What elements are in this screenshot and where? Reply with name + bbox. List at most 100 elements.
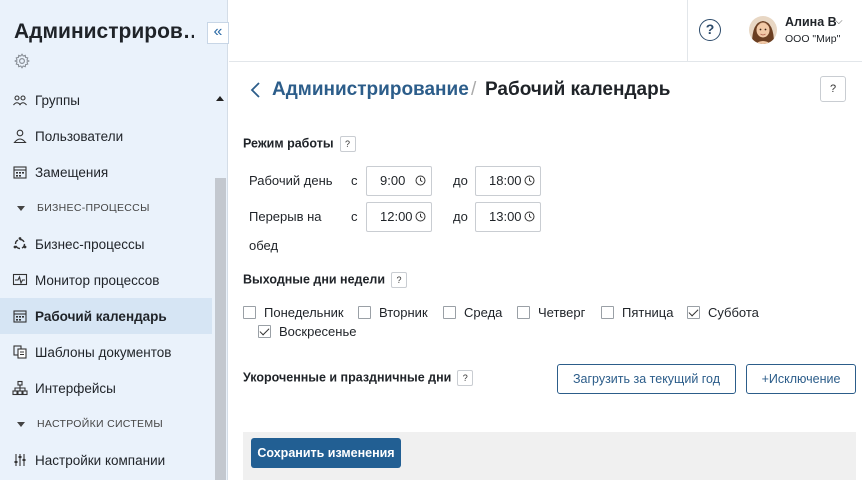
sidebar-item-users[interactable]: Пользователи — [0, 118, 212, 154]
sidebar-item-label: Бизнес-процессы — [35, 236, 145, 252]
clock-icon[interactable] — [524, 211, 535, 222]
main-content: Администрирование / Рабочий календарь ? … — [229, 63, 862, 480]
checkbox-thursday[interactable]: Четверг — [517, 305, 585, 320]
sidebar-section-business-processes[interactable]: БИЗНЕС-ПРОЦЕССЫ — [0, 190, 212, 226]
sidebar-item-substitutions[interactable]: Замещения — [0, 154, 212, 190]
page-help-button[interactable]: ? — [820, 76, 846, 102]
workday-start-input[interactable]: 9:00 — [366, 166, 432, 196]
break-label-line1: Перерыв на — [249, 209, 322, 224]
collapse-sidebar-button[interactable]: « — [207, 22, 229, 44]
scroll-up-arrow-icon[interactable] — [216, 96, 224, 101]
break-from-label: с — [351, 209, 358, 224]
process-icon — [12, 236, 28, 252]
chevron-down-icon[interactable]: ⌵ — [835, 16, 843, 27]
monitor-icon — [12, 272, 28, 288]
sidebar-item-label: Пользователи — [35, 128, 124, 144]
checkbox-saturday[interactable]: Суббота — [687, 305, 759, 320]
checkbox-wednesday[interactable]: Среда — [443, 305, 502, 320]
clock-icon[interactable] — [415, 175, 426, 186]
caret-down-icon — [17, 421, 25, 427]
sidebar-item-monitor[interactable]: Монитор процессов — [0, 262, 212, 298]
sidebar-nav: Группы Пользователи Замещения БИЗНЕС-ПРО… — [0, 82, 212, 478]
checkbox-box[interactable] — [258, 325, 271, 338]
checkbox-box[interactable] — [517, 306, 530, 319]
checkbox-label: Вторник — [379, 305, 428, 320]
time-value: 13:00 — [489, 209, 522, 224]
help-icon[interactable]: ? — [699, 19, 721, 41]
avatar[interactable] — [749, 16, 777, 44]
add-exception-button[interactable]: +Исключение — [746, 364, 856, 394]
gear-icon[interactable] — [14, 53, 30, 69]
checkbox-box[interactable] — [601, 306, 614, 319]
user-organization: ООО "Мир" — [785, 33, 841, 45]
checkbox-friday[interactable]: Пятница — [601, 305, 673, 320]
checkbox-label: Среда — [464, 305, 503, 320]
time-value: 9:00 — [380, 173, 406, 188]
clock-icon[interactable] — [524, 175, 535, 186]
sidebar-item-groups[interactable]: Группы — [0, 82, 212, 118]
workday-to-label: до — [453, 173, 468, 188]
checkbox-label: Понедельник — [264, 305, 344, 320]
checkbox-tuesday[interactable]: Вторник — [358, 305, 428, 320]
hierarchy-icon — [12, 380, 28, 396]
help-icon[interactable]: ? — [339, 136, 356, 152]
load-current-year-button[interactable]: Загрузить за текущий год — [557, 364, 736, 394]
checkbox-box[interactable] — [358, 306, 371, 319]
workday-label: Рабочий день — [249, 173, 333, 188]
users-group-icon — [12, 92, 28, 108]
header-divider — [687, 0, 688, 62]
checkbox-box[interactable] — [243, 306, 256, 319]
sidebar-item-label: Группы — [35, 92, 80, 108]
checkbox-label: Воскресенье — [279, 324, 357, 339]
sidebar-item-business-processes[interactable]: Бизнес-процессы — [0, 226, 212, 262]
footer-bar: Сохранить изменения — [243, 432, 856, 480]
back-arrow-icon[interactable] — [249, 80, 263, 100]
break-label-line2: обед — [249, 238, 279, 253]
sidebar-item-label: Рабочий календарь — [35, 308, 167, 324]
sidebar: Администриров… « Группы Пользователи Зам… — [0, 0, 229, 480]
sidebar-section-system-settings[interactable]: НАСТРОЙКИ СИСТЕМЫ — [0, 406, 212, 442]
clock-icon[interactable] — [415, 211, 426, 222]
sidebar-item-label: Шаблоны документов — [35, 344, 172, 360]
sidebar-item-company-settings[interactable]: Настройки компании — [0, 442, 212, 478]
help-icon[interactable]: ? — [391, 272, 408, 288]
work-mode-title: Режим работы? — [243, 136, 356, 152]
sidebar-item-label: Интерфейсы — [35, 380, 116, 396]
document-template-icon — [12, 344, 28, 360]
calendar-icon — [12, 308, 28, 324]
workday-end-input[interactable]: 18:00 — [475, 166, 541, 196]
scrollbar-thumb[interactable] — [215, 178, 226, 480]
help-icon[interactable]: ? — [457, 370, 474, 386]
breadcrumb-link[interactable]: Администрирование — [272, 79, 469, 101]
save-changes-button[interactable]: Сохранить изменения — [251, 438, 401, 468]
checkbox-box[interactable] — [443, 306, 456, 319]
page-title: Рабочий календарь — [485, 79, 671, 100]
sidebar-section-label: БИЗНЕС-ПРОЦЕССЫ — [37, 202, 150, 214]
time-value: 12:00 — [380, 209, 413, 224]
sidebar-scrollbar[interactable] — [213, 82, 227, 480]
checkbox-monday[interactable]: Понедельник — [243, 305, 344, 320]
sidebar-item-work-calendar[interactable]: Рабочий календарь — [0, 298, 212, 334]
checkbox-label: Четверг — [538, 305, 586, 320]
sidebar-section-label: НАСТРОЙКИ СИСТЕМЫ — [37, 418, 163, 430]
top-bar: ? Алина В ⌵ ООО "Мир" — [229, 0, 862, 62]
sidebar-item-label: Замещения — [35, 164, 109, 180]
checkbox-box[interactable] — [687, 306, 700, 319]
time-value: 18:00 — [489, 173, 522, 188]
sidebar-item-document-templates[interactable]: Шаблоны документов — [0, 334, 212, 370]
weekends-title: Выходные дни недели? — [243, 272, 408, 288]
checkbox-sunday[interactable]: Воскресенье — [258, 324, 356, 339]
sidebar-item-interfaces[interactable]: Интерфейсы — [0, 370, 212, 406]
break-start-input[interactable]: 12:00 — [366, 202, 432, 232]
calendar-icon — [12, 164, 28, 180]
workday-from-label: с — [351, 173, 358, 188]
break-end-input[interactable]: 13:00 — [475, 202, 541, 232]
section-label: Режим работы — [243, 136, 334, 151]
caret-down-icon — [17, 205, 25, 211]
user-icon — [12, 128, 28, 144]
checkbox-label: Пятница — [622, 305, 674, 320]
break-to-label: до — [453, 209, 468, 224]
user-name[interactable]: Алина В — [785, 15, 837, 29]
sliders-icon — [12, 452, 28, 468]
breadcrumb-separator: / — [471, 79, 477, 100]
